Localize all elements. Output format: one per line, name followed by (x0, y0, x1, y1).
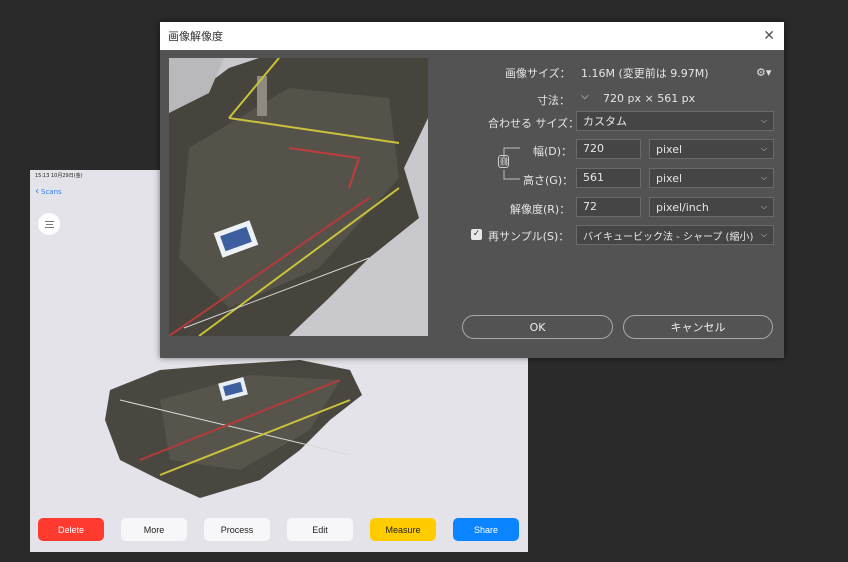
chain-link-icon[interactable]: ⛓ (498, 155, 509, 168)
share-button[interactable]: Share (453, 518, 519, 541)
filter-icon (44, 220, 54, 222)
cancel-button[interactable]: キャンセル (623, 315, 773, 339)
dimensions-value: 720 px × 561 px (603, 92, 696, 105)
height-input[interactable]: 561 (576, 168, 641, 188)
chevron-down-icon: ⌵ (760, 144, 767, 153)
dialog-titlebar: 画像解像度 ✕ (160, 22, 784, 50)
fit-to-value: カスタム (583, 115, 627, 128)
process-button[interactable]: Process (204, 518, 270, 541)
delete-button[interactable]: Delete (38, 518, 104, 541)
chevron-down-icon: ⌵ (760, 173, 767, 182)
close-icon[interactable]: ✕ (763, 29, 775, 43)
image-size-value: 1.16M (変更前は 9.97M) (581, 67, 709, 80)
filter-icon-line (45, 223, 53, 225)
fit-to-label: 合わせる サイズ： (488, 117, 580, 130)
width-unit-value: pixel (656, 142, 683, 156)
height-unit-value: pixel (656, 171, 683, 185)
dialog-title: 画像解像度 (168, 30, 223, 43)
resample-label: 再サンプル(S)： (488, 230, 570, 243)
width-input[interactable]: 720 (576, 139, 641, 159)
image-size-label: 画像サイズ： (505, 67, 571, 80)
height-label: 高さ(G)： (523, 174, 574, 187)
back-button[interactable]: ‹ Scans (35, 187, 62, 197)
chevron-down-icon: ⌵ (760, 202, 767, 211)
width-label: 幅(D)： (533, 145, 573, 158)
filter-icon-line (44, 226, 54, 228)
measure-button[interactable]: Measure (370, 518, 436, 541)
image-preview[interactable] (169, 58, 428, 336)
resolution-unit-select[interactable]: pixel/inch ⌵ (649, 197, 774, 217)
chevron-left-icon: ‹ (35, 186, 39, 197)
height-unit-select[interactable]: pixel ⌵ (649, 168, 774, 188)
resolution-input[interactable]: 72 (576, 197, 641, 217)
resample-method-value: バイキュービック法 - シャープ (縮小) (583, 231, 754, 243)
resample-method-select[interactable]: バイキュービック法 - シャープ (縮小) ⌵ (576, 225, 774, 245)
ok-button[interactable]: OK (462, 315, 613, 339)
chevron-down-icon: ⌵ (760, 230, 767, 239)
more-button[interactable]: More (121, 518, 187, 541)
filter-button[interactable] (38, 213, 60, 235)
preview-image (169, 58, 428, 336)
back-label: Scans (41, 188, 62, 196)
width-unit-select[interactable]: pixel ⌵ (649, 139, 774, 159)
chevron-down-icon[interactable]: ⌵ (581, 91, 589, 102)
dimensions-label: 寸法： (537, 94, 570, 107)
scan-3d-model[interactable] (100, 360, 400, 500)
gear-icon[interactable]: ⚙▾ (756, 66, 771, 79)
image-size-dialog: 画像解像度 ✕ 画像サイズ： 1.16M (変更前は 9.97M) ⚙▾ 寸法：… (160, 22, 784, 358)
resolution-label: 解像度(R)： (510, 203, 571, 216)
resample-checkbox[interactable]: ✓ (471, 229, 482, 240)
status-bar: 15:13 10月29日(金) (35, 173, 83, 179)
resolution-unit-value: pixel/inch (656, 200, 709, 214)
edit-button[interactable]: Edit (287, 518, 353, 541)
fit-to-select[interactable]: カスタム ⌵ (576, 111, 774, 131)
chevron-down-icon: ⌵ (760, 116, 767, 125)
